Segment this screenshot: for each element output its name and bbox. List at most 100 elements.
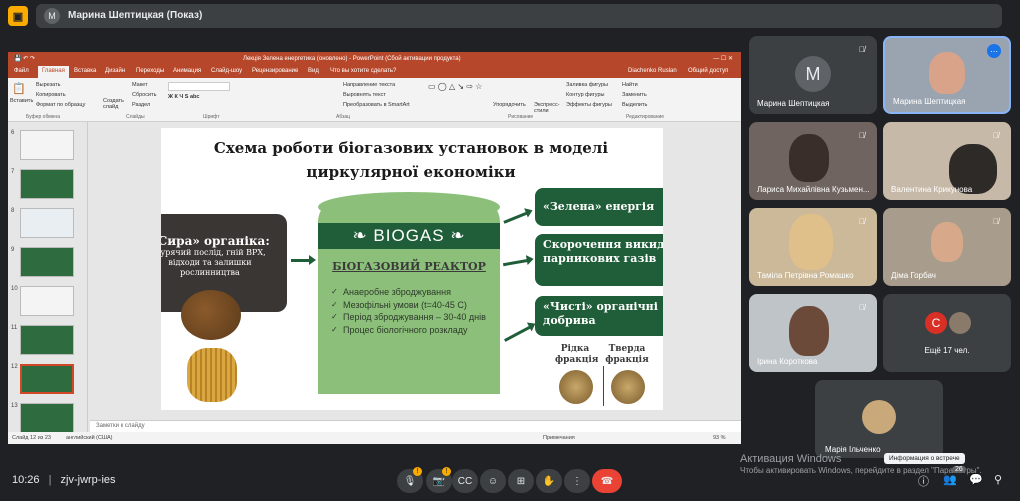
captions-button[interactable]: CC [452, 469, 478, 493]
end-call-button[interactable]: ☎ [592, 469, 622, 493]
group-font: Шрифт [203, 114, 220, 120]
avatar [862, 400, 896, 434]
tab-design[interactable]: Дизайн [105, 68, 125, 74]
clock: 10:26 [12, 474, 40, 486]
tab-file[interactable]: Файл [14, 68, 29, 74]
group-slides: Слайды [126, 114, 145, 120]
fertilizer-box: «Чисті» органічні добрива [535, 296, 663, 336]
participant-video [789, 214, 833, 270]
tab-home[interactable]: Главная [38, 66, 69, 78]
raise-hand-button[interactable]: ✋ [536, 469, 562, 493]
slide-thumbnail[interactable] [20, 403, 74, 433]
slide-thumbnail[interactable] [20, 286, 74, 316]
arrow-icon [291, 255, 316, 265]
participant-tile[interactable]: 🎙̸ Лариса Михайлівна Кузьмен... [749, 122, 877, 200]
warning-icon: ! [442, 467, 451, 476]
format-painter-button[interactable]: Формат по образцу [36, 102, 85, 108]
present-icon[interactable]: ▣ [8, 6, 28, 26]
section-button[interactable]: Раздел [132, 102, 150, 108]
layout-button[interactable]: Макет [132, 82, 148, 88]
participant-name: Таміла Петрівна Ромашко [757, 271, 854, 280]
liquid-fraction-label: Рідка фракція [555, 344, 599, 365]
select-button[interactable]: Выделить [622, 102, 647, 108]
ppt-title-bar: 💾 ↶ ↷ Лекція Зелена енергетика (оновлено… [8, 52, 741, 66]
emoji-button[interactable]: ☺ [480, 469, 506, 493]
shape-outline-button[interactable]: Контур фигуры [566, 92, 604, 98]
participant-name: Валентина Крикунова [891, 185, 973, 194]
font-format-icons[interactable]: Ж К Ч S abc [168, 94, 199, 100]
thumb-number: 9 [11, 247, 15, 253]
slide-thumbnail[interactable] [20, 364, 74, 394]
align-text-button[interactable]: Выровнять текст [343, 92, 386, 98]
share-button[interactable]: Общий доступ [688, 68, 728, 74]
people-icon[interactable]: 👥 [943, 473, 957, 486]
tab-view[interactable]: Вид [308, 68, 319, 74]
user-name: Diachenko Ruslan [628, 68, 677, 74]
shape-fill-button[interactable]: Заливка фигуры [566, 82, 608, 88]
list-item: Анаеробне зброджування [331, 286, 499, 299]
participant-tile[interactable]: ⋯ Марина Шептицкая [883, 36, 1011, 114]
info-icon[interactable]: ⓘ [918, 473, 929, 489]
participant-name: Ірина Короткова [757, 357, 818, 366]
slide-counter: Слайд 12 из 23 [12, 435, 51, 441]
shape-effects-button[interactable]: Эффекты фигуры [566, 102, 612, 108]
group-clipboard: Буфер обмена [26, 114, 60, 120]
raw-organics-title: «Сира» органіка: [161, 234, 270, 248]
participant-tile[interactable]: Марія Ільченко [815, 380, 943, 458]
mic-off-icon: 🎙̸ [859, 216, 865, 226]
find-button[interactable]: Найти [622, 82, 638, 88]
soil-image [181, 290, 241, 340]
smartart-button[interactable]: Преобразовать в SmartArt [343, 102, 410, 108]
tab-insert[interactable]: Вставка [74, 68, 96, 74]
shapes-gallery-icon[interactable]: ▭ ◯ △ ↘ ⇨ ☆ [428, 82, 482, 91]
thumb-number: 8 [11, 208, 15, 214]
participant-video [931, 222, 963, 262]
window-controls-icon[interactable]: — ☐ ✕ [713, 55, 733, 62]
slide-title-line2: циркулярної економіки [306, 163, 516, 181]
paste-icon[interactable]: 📋 [12, 82, 26, 95]
list-item: Період зброджування – 30-40 днів [331, 311, 499, 324]
slide-thumbnail[interactable] [20, 247, 74, 277]
present-button[interactable]: ⊞ [508, 469, 534, 493]
tab-animation[interactable]: Анимация [173, 68, 201, 74]
replace-button[interactable]: Заменить [622, 92, 647, 98]
slide-thumbnail[interactable] [20, 325, 74, 355]
participant-tile[interactable]: 🎙̸ Ірина Короткова [749, 294, 877, 372]
mic-off-icon: 🎙̸ [993, 130, 999, 140]
copy-button[interactable]: Копировать [36, 92, 66, 98]
arrow-icon [504, 325, 532, 342]
tell-me-search[interactable]: Что вы хотите сделать? [330, 68, 396, 74]
tab-transitions[interactable]: Переходы [136, 68, 164, 74]
leaf-icon: ❧ [352, 226, 374, 245]
cut-button[interactable]: Вырезать [36, 82, 60, 88]
window-title: Лекція Зелена енергетика (оновлено) - Po… [243, 56, 461, 62]
arrow-icon [502, 258, 530, 267]
more-options-button[interactable]: ⋮ [564, 469, 590, 493]
zoom-level[interactable]: 93 % [713, 435, 726, 441]
slide-thumbnail[interactable] [20, 208, 74, 238]
reset-button[interactable]: Сбросить [132, 92, 156, 98]
paste-button[interactable]: Вставить [10, 98, 33, 104]
quick-styles-button[interactable]: Экспресс-стили [534, 102, 560, 114]
text-direction-button[interactable]: Направление текста [343, 82, 395, 88]
tab-slideshow[interactable]: Слайд-шоу [211, 68, 242, 74]
participant-tile[interactable]: 🎙̸ Валентина Крикунова [883, 122, 1011, 200]
more-participants-tile[interactable]: C Ещё 17 чел. [883, 294, 1011, 372]
slide-thumbnail[interactable] [20, 130, 74, 160]
slide-thumbnail[interactable] [20, 169, 74, 199]
activities-icon[interactable]: ⚲ [994, 473, 1002, 486]
chat-icon[interactable]: 💬 [969, 473, 983, 486]
arrange-button[interactable]: Упорядочить [493, 102, 526, 108]
notes-toggle[interactable]: Примечания [543, 435, 575, 441]
font-name-select[interactable] [168, 82, 230, 91]
new-slide-button[interactable]: Создать слайд [103, 98, 127, 110]
notes-pane[interactable]: Заметки к слайду [90, 420, 741, 432]
participant-tile[interactable]: 🎙̸ Діма Горбач [883, 208, 1011, 286]
participant-video [789, 134, 829, 182]
slide-title-line1: Схема роботи біогазових установок в моде… [213, 139, 609, 157]
tab-review[interactable]: Рецензирование [252, 68, 298, 74]
participant-tile[interactable]: M 🎙̸ Марина Шептицкая [749, 36, 877, 114]
save-icon[interactable]: 💾 ↶ ↷ [14, 55, 35, 62]
participant-video [789, 306, 829, 356]
participant-tile[interactable]: 🎙̸ Таміла Петрівна Ромашко [749, 208, 877, 286]
